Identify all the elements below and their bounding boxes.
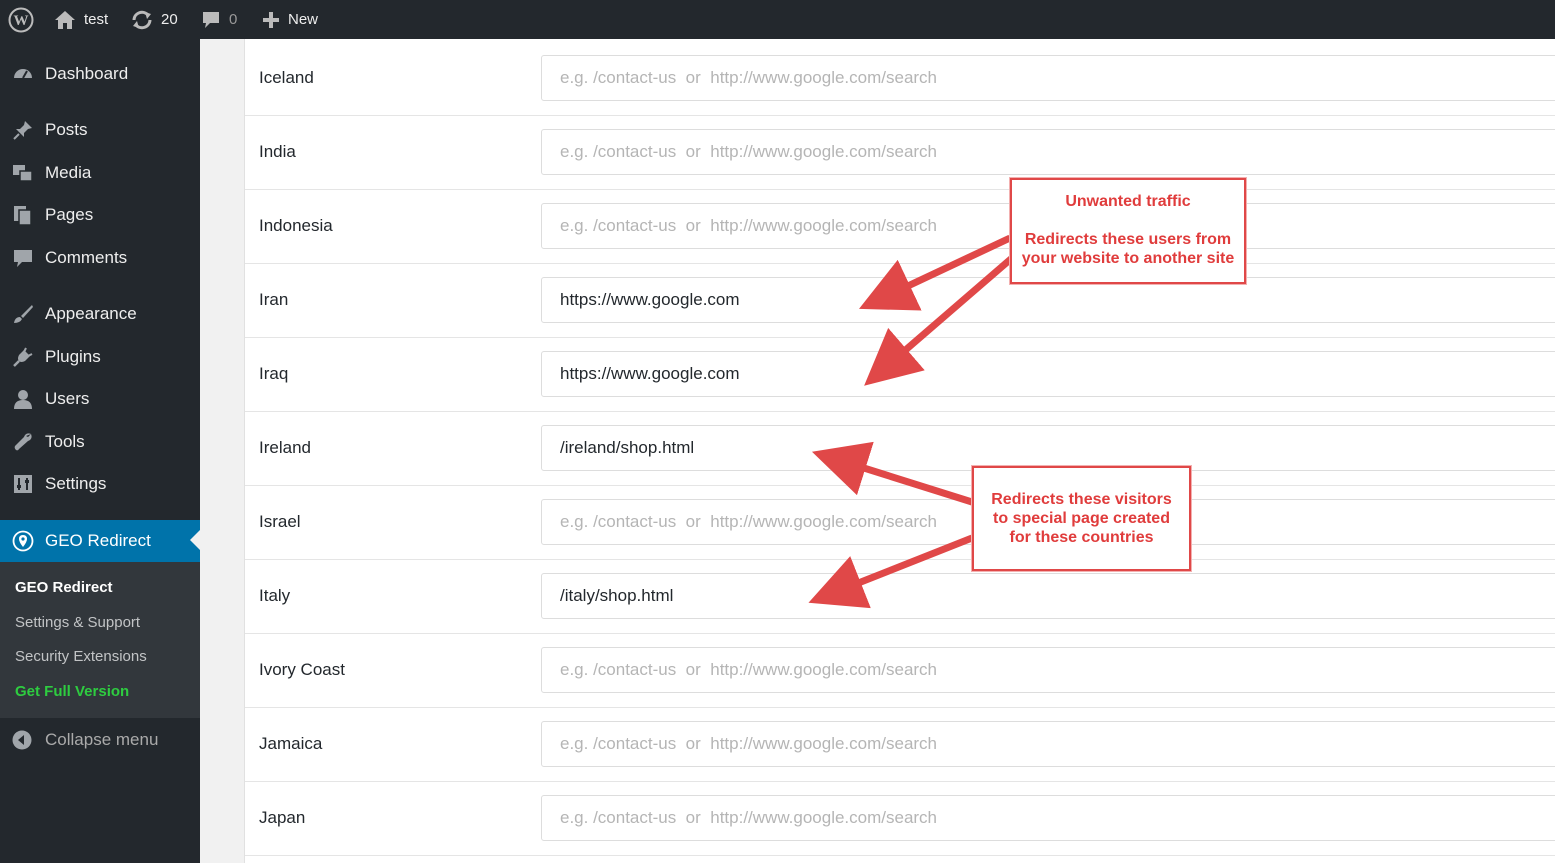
table-row: Japan	[245, 781, 1555, 856]
sidebar-item-pages[interactable]: Pages	[0, 195, 200, 235]
settings-icon	[11, 472, 35, 496]
sidebar-label: Pages	[45, 205, 94, 224]
callout-special-page: Redirects these visitors to special page…	[972, 466, 1191, 571]
sidebar-item-posts[interactable]: Posts	[0, 110, 200, 150]
sidebar-label: Media	[45, 163, 92, 182]
callout-text-line: Redirects these users from	[1024, 231, 1232, 248]
dashboard-icon	[11, 62, 35, 86]
table-row: Italy	[245, 559, 1555, 634]
collapse-menu-button[interactable]: Collapse menu	[0, 722, 200, 758]
redirect-url-input[interactable]	[541, 647, 1555, 693]
country-label: Italy	[259, 586, 291, 605]
plus-icon	[262, 11, 280, 29]
brush-icon	[11, 302, 35, 326]
comment-icon	[11, 246, 35, 270]
redirect-url-input[interactable]	[541, 55, 1555, 101]
admin-bar: W test 20 0 New	[0, 0, 1555, 39]
main-content: Iceland India Indonesia Iran Iraq Ireland Isra…	[200, 39, 1555, 863]
sidebar-label: Dashboard	[45, 64, 129, 83]
sidebar-item-users[interactable]: Users	[0, 379, 200, 419]
sidebar-item-dashboard[interactable]: Dashboard	[0, 54, 200, 94]
new-label: New	[288, 11, 319, 28]
country-label: Iran	[259, 290, 289, 309]
table-row: Israel	[245, 485, 1555, 560]
callout-text-line: for these countries	[1009, 529, 1154, 546]
collapse-arrow-icon	[11, 729, 33, 751]
svg-text:W: W	[14, 13, 29, 29]
submenu-security-extensions[interactable]: Security Extensions	[15, 648, 147, 665]
plug-icon	[11, 345, 35, 369]
callout-unwanted-traffic: Unwanted traffic Redirects these users f…	[1010, 178, 1246, 284]
sidebar-item-settings[interactable]: Settings	[0, 464, 200, 504]
country-label: India	[259, 142, 296, 161]
sidebar-label: Comments	[45, 248, 128, 267]
wordpress-logo-button[interactable]: W	[8, 0, 34, 39]
table-row: Iraq	[245, 337, 1555, 412]
redirect-url-input[interactable]	[541, 721, 1555, 767]
country-label: Indonesia	[259, 216, 333, 235]
comments-link[interactable]: 0	[201, 0, 237, 39]
redirect-url-input[interactable]	[541, 129, 1555, 175]
submenu-settings-support[interactable]: Settings & Support	[15, 614, 140, 631]
table-row: India	[245, 115, 1555, 190]
country-label: Ivory Coast	[259, 660, 345, 679]
sidebar-item-comments[interactable]: Comments	[0, 238, 200, 278]
geo-redirect-submenu: GEO Redirect Settings & Support Security…	[0, 562, 200, 718]
table-row: Indonesia	[245, 189, 1555, 264]
sidebar-label: Appearance	[45, 304, 137, 323]
pin-icon	[11, 118, 35, 142]
site-name: test	[84, 11, 109, 28]
country-label: Israel	[259, 512, 301, 531]
table-row: Iceland	[245, 41, 1555, 116]
sidebar-item-plugins[interactable]: Plugins	[0, 337, 200, 377]
site-name-link[interactable]: test	[54, 0, 108, 39]
callout-text-line: your website to another site	[1021, 250, 1235, 267]
pages-icon	[11, 203, 35, 227]
sidebar-label: Users	[45, 389, 90, 408]
collapse-menu-label: Collapse menu	[45, 730, 159, 749]
sidebar-label: Settings	[45, 474, 107, 493]
sidebar-label: Posts	[45, 120, 88, 139]
updates-count: 20	[161, 11, 178, 28]
table-row: Iran	[245, 263, 1555, 338]
country-label: Jamaica	[259, 734, 323, 753]
home-icon	[54, 10, 76, 30]
media-icon	[11, 161, 35, 185]
refresh-icon	[131, 10, 153, 30]
sidebar-item-geo-redirect[interactable]: GEO Redirect	[0, 520, 200, 562]
new-content-link[interactable]: New	[262, 0, 318, 39]
sidebar-item-media[interactable]: Media	[0, 153, 200, 193]
table-row: Ivory Coast	[245, 633, 1555, 708]
redirect-rules-table: Iceland India Indonesia Iran Iraq Ireland Isra…	[244, 39, 1555, 863]
updates-link[interactable]: 20	[131, 0, 178, 39]
redirect-url-input[interactable]	[541, 795, 1555, 841]
sidebar-label: Plugins	[45, 347, 101, 366]
table-row: Jamaica	[245, 707, 1555, 782]
sidebar-label: GEO Redirect	[45, 531, 151, 550]
submenu-get-full-version[interactable]: Get Full Version	[15, 683, 129, 700]
user-icon	[11, 387, 35, 411]
sidebar-item-appearance[interactable]: Appearance	[0, 294, 200, 334]
wordpress-icon: W	[8, 7, 34, 32]
comments-count: 0	[229, 11, 238, 28]
country-label: Iceland	[259, 68, 314, 87]
redirect-url-input[interactable]	[541, 573, 1555, 619]
comment-bubble-icon	[201, 10, 221, 30]
country-label: Iraq	[259, 364, 289, 383]
table-row: Ireland	[245, 411, 1555, 486]
sidebar-label: Tools	[45, 432, 85, 451]
wrench-icon	[11, 430, 35, 454]
sidebar-item-tools[interactable]: Tools	[0, 422, 200, 462]
redirect-url-input[interactable]	[541, 351, 1555, 397]
redirect-url-input[interactable]	[541, 425, 1555, 471]
country-label: Japan	[259, 808, 306, 827]
callout-title: Unwanted traffic	[1065, 193, 1191, 210]
location-pin-icon	[11, 529, 35, 553]
country-label: Ireland	[259, 438, 311, 457]
callout-text-line: to special page created	[993, 510, 1170, 527]
submenu-geo-redirect[interactable]: GEO Redirect	[15, 579, 113, 596]
callout-text-line: Redirects these visitors	[991, 491, 1172, 508]
